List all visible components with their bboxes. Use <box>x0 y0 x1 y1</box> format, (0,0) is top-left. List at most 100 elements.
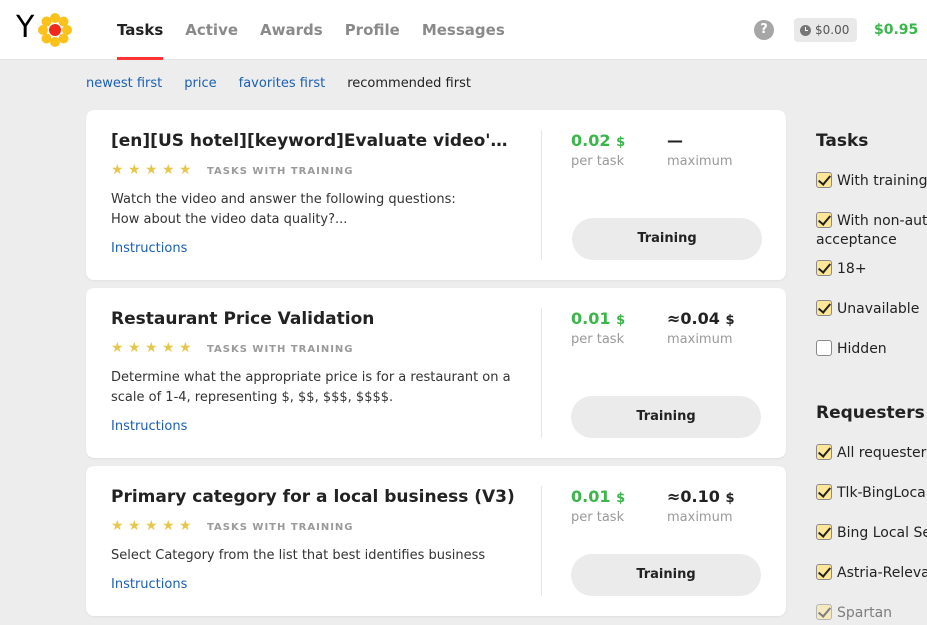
price-currency: $ <box>616 491 626 506</box>
checkbox-checked-icon[interactable] <box>816 484 832 500</box>
tab-messages[interactable]: Messages <box>422 0 505 60</box>
star-icon: ★ <box>145 340 158 356</box>
star-icon: ★ <box>179 518 192 534</box>
filter-18-plus[interactable]: 18+ <box>816 259 867 279</box>
price-currency: $ <box>616 313 626 328</box>
training-button[interactable]: Training <box>572 218 762 260</box>
requester-label: Spartan <box>837 605 893 621</box>
tab-awards[interactable]: Awards <box>260 0 323 60</box>
requester-astria[interactable]: Astria-Releva <box>816 563 927 583</box>
checkbox-checked-icon[interactable] <box>816 212 832 228</box>
requesters-filter-heading: Requesters <box>816 403 925 423</box>
task-tag: TASKS WITH TRAINING <box>207 166 354 177</box>
sort-current-label: recommended first <box>347 76 471 91</box>
requester-bing-local[interactable]: Bing Local Se <box>816 523 927 543</box>
price-label: per task <box>571 154 625 169</box>
checkbox-checked-icon[interactable] <box>816 260 832 276</box>
requester-tlk-binglocal[interactable]: Tlk-BingLocal <box>816 483 927 503</box>
checkbox-checked-icon[interactable] <box>816 444 832 460</box>
task-title[interactable]: Restaurant Price Validation <box>111 309 516 329</box>
instructions-link[interactable]: Instructions <box>111 419 187 434</box>
price-label: per task <box>571 332 625 347</box>
max-value: — <box>667 131 683 150</box>
task-tag: TASKS WITH TRAINING <box>207 344 354 355</box>
sort-price-link[interactable]: price <box>184 76 216 91</box>
task-description-line: How about the video data quality?... <box>111 212 348 227</box>
task-card[interactable]: [en][US hotel][keyword]Evaluate video's … <box>86 110 786 280</box>
star-icon: ★ <box>179 162 192 178</box>
star-icon: ★ <box>128 162 141 178</box>
requester-label: All requesters <box>837 445 927 461</box>
card-divider <box>541 486 542 596</box>
clock-icon <box>800 24 811 36</box>
star-icon: ★ <box>111 518 124 534</box>
rating-stars: ★ ★ ★ ★ ★ <box>111 518 192 534</box>
star-icon: ★ <box>145 162 158 178</box>
star-icon: ★ <box>145 518 158 534</box>
star-icon: ★ <box>128 518 141 534</box>
tasks-filter-heading: Tasks <box>816 131 869 151</box>
help-icon[interactable]: ? <box>754 20 774 40</box>
training-button[interactable]: Training <box>571 396 761 438</box>
price-value: 0.01 <box>571 487 611 506</box>
flower-logo-icon[interactable] <box>38 13 72 47</box>
filter-label: With non-auto <box>837 213 927 229</box>
filter-with-training[interactable]: With training <box>816 171 927 191</box>
filter-label: With training <box>837 173 927 189</box>
tab-active[interactable]: Active <box>185 0 238 60</box>
checkbox-checked-icon[interactable] <box>816 604 832 620</box>
filter-non-auto-acceptance[interactable]: With non-auto <box>816 211 927 231</box>
max-label: maximum <box>667 510 733 525</box>
requester-spartan[interactable]: Spartan <box>816 603 892 623</box>
price-label: per task <box>571 510 625 525</box>
task-card[interactable]: Restaurant Price Validation ★ ★ ★ ★ ★ TA… <box>86 288 786 458</box>
requester-label: Astria-Releva <box>837 565 927 581</box>
star-icon: ★ <box>128 340 141 356</box>
main-nav: Tasks Active Awards Profile Messages <box>117 0 527 60</box>
balance-value[interactable]: $0.95 <box>874 0 918 60</box>
filter-label: Hidden <box>837 341 887 357</box>
pending-balance-badge[interactable]: $0.00 <box>794 18 858 42</box>
tab-profile[interactable]: Profile <box>345 0 400 60</box>
checkbox-checked-icon[interactable] <box>816 564 832 580</box>
checkbox-checked-icon[interactable] <box>816 524 832 540</box>
task-description-line: scale of 1-4, representing $, $$, $$$, $… <box>111 390 394 405</box>
task-description: Watch the video and answer the following… <box>111 190 521 230</box>
instructions-link[interactable]: Instructions <box>111 241 187 256</box>
filter-label-continuation: acceptance <box>816 232 897 248</box>
task-description: Select Category from the list that best … <box>111 546 521 566</box>
max-value: ≈0.04 <box>667 309 720 328</box>
card-divider <box>541 308 542 438</box>
star-icon: ★ <box>162 518 175 534</box>
checkbox-checked-icon[interactable] <box>816 172 832 188</box>
tab-tasks[interactable]: Tasks <box>117 0 164 60</box>
task-title[interactable]: [en][US hotel][keyword]Evaluate video's … <box>111 131 516 151</box>
star-icon: ★ <box>179 340 192 356</box>
requester-all[interactable]: All requesters <box>816 443 927 463</box>
max-value: ≈0.10 <box>667 487 720 506</box>
max-currency: $ <box>725 313 735 328</box>
checkbox-checked-icon[interactable] <box>816 300 832 316</box>
requester-label: Bing Local Se <box>837 525 927 541</box>
task-description-line: Watch the video and answer the following… <box>111 192 456 207</box>
filter-unavailable[interactable]: Unavailable <box>816 299 919 319</box>
yandex-logo[interactable]: Y <box>16 10 34 46</box>
max-label: maximum <box>667 332 733 347</box>
task-title[interactable]: Primary category for a local business (V… <box>111 487 516 507</box>
max-label: maximum <box>667 154 733 169</box>
max-earnings: — <box>667 131 683 150</box>
task-description-line: Determine what the appropriate price is … <box>111 370 511 385</box>
price-currency: $ <box>616 135 626 150</box>
requester-label: Tlk-BingLocal <box>837 485 927 501</box>
instructions-link[interactable]: Instructions <box>111 577 187 592</box>
task-description-line: Select Category from the list that best … <box>111 548 486 563</box>
filter-label: 18+ <box>837 261 867 277</box>
star-icon: ★ <box>111 162 124 178</box>
sort-newest-link[interactable]: newest first <box>86 76 162 91</box>
task-card[interactable]: Primary category for a local business (V… <box>86 466 786 616</box>
checkbox-unchecked-icon[interactable] <box>816 340 832 356</box>
sort-options: newest first price favorites first recom… <box>86 76 471 91</box>
sort-favorites-link[interactable]: favorites first <box>239 76 326 91</box>
training-button[interactable]: Training <box>571 554 761 596</box>
filter-hidden[interactable]: Hidden <box>816 339 887 359</box>
